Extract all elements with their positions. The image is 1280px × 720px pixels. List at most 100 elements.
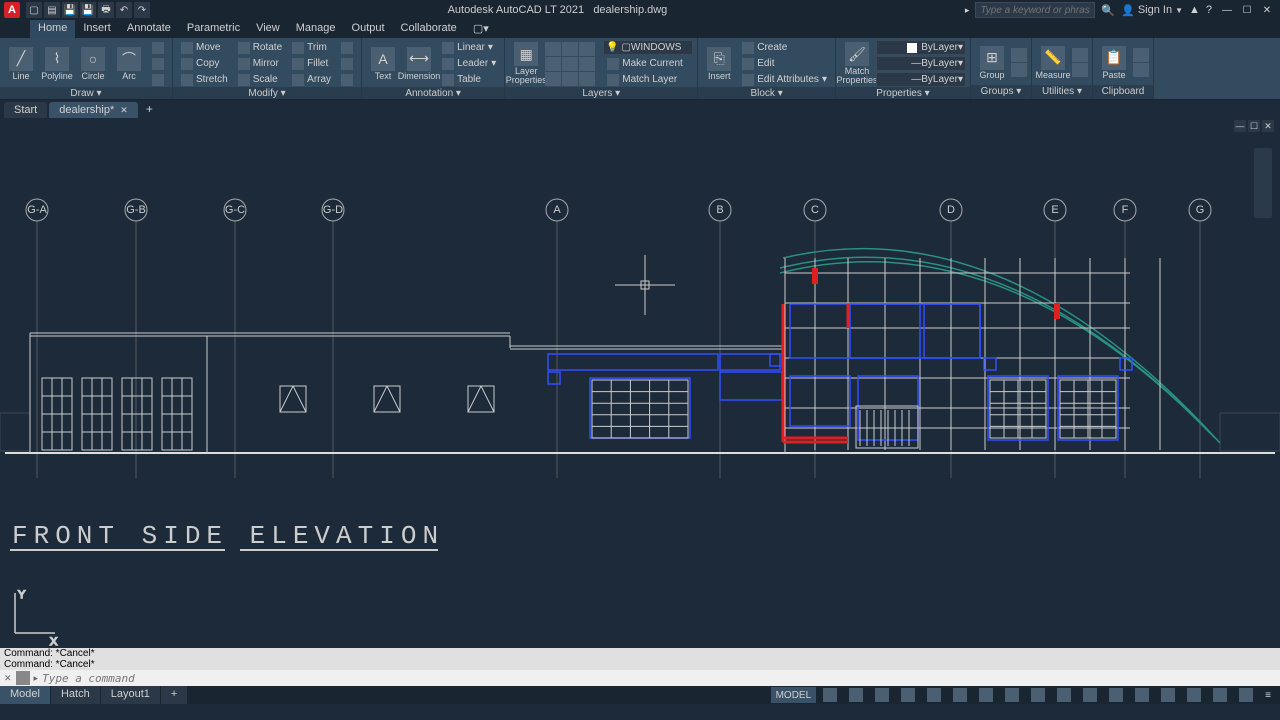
status-osnap-icon[interactable]: [922, 687, 946, 703]
status-cleanscreen-icon[interactable]: [1234, 687, 1258, 703]
insert-block-button[interactable]: ⎘Insert: [702, 47, 736, 81]
copy-clip-icon[interactable]: [1133, 63, 1149, 77]
measure-button[interactable]: 📏Measure: [1036, 46, 1070, 80]
array-button[interactable]: Array: [288, 72, 335, 87]
close-tab-icon[interactable]: ✕: [120, 105, 128, 115]
status-cycle-icon[interactable]: [1026, 687, 1050, 703]
status-quickprops-icon[interactable]: [1156, 687, 1180, 703]
layer-state-icon[interactable]: [579, 57, 595, 71]
erase-button[interactable]: [337, 40, 357, 55]
layer-walk-icon[interactable]: [562, 72, 578, 86]
status-ortho-icon[interactable]: [870, 687, 894, 703]
tab-start[interactable]: Start: [4, 102, 47, 118]
paste-button[interactable]: 📋Paste: [1097, 46, 1131, 80]
status-annomonitor-icon[interactable]: [1104, 687, 1128, 703]
qat-new-icon[interactable]: ▢: [26, 2, 42, 18]
status-custom-icon[interactable]: ≡: [1260, 687, 1276, 703]
panel-annotation-title[interactable]: Annotation ▾: [362, 87, 504, 99]
signin-button[interactable]: 👤Sign In▼: [1121, 4, 1183, 17]
lineweight-dropdown[interactable]: — ByLayer ▾: [876, 56, 966, 71]
move-button[interactable]: Move: [177, 40, 232, 55]
tab-hatch[interactable]: Hatch: [51, 686, 101, 704]
select-icon[interactable]: [1072, 63, 1088, 77]
tab-output[interactable]: Output: [344, 20, 393, 38]
viewport-minimize-button[interactable]: —: [1234, 120, 1246, 132]
search-icon[interactable]: 🔍: [1101, 4, 1115, 17]
group-button[interactable]: ⊞Group: [975, 46, 1009, 80]
qat-redo-icon[interactable]: ↷: [134, 2, 150, 18]
layer-prev-icon[interactable]: [545, 72, 561, 86]
tab-home[interactable]: Home: [30, 20, 75, 38]
leader-button[interactable]: Leader ▾: [438, 56, 500, 71]
linear-button[interactable]: Linear ▾: [438, 40, 500, 55]
copy-button[interactable]: Copy: [177, 56, 232, 71]
status-snap-icon[interactable]: [844, 687, 868, 703]
edit-block-button[interactable]: Edit: [738, 56, 831, 71]
panel-utilities-title[interactable]: Utilities ▾: [1032, 85, 1092, 99]
text-button[interactable]: AText: [366, 47, 400, 81]
tab-insert[interactable]: Insert: [75, 20, 119, 38]
status-lwt-icon[interactable]: [974, 687, 998, 703]
rectangle-button[interactable]: [148, 40, 168, 55]
cut-icon[interactable]: [1133, 48, 1149, 62]
circle-button[interactable]: ○Circle: [76, 47, 110, 81]
viewport-maximize-button[interactable]: ☐: [1248, 120, 1260, 132]
polyline-button[interactable]: ⌇Polyline: [40, 47, 74, 81]
match-properties-button[interactable]: 🖌Match Properties: [840, 42, 874, 85]
make-current-button[interactable]: Make Current: [603, 56, 693, 71]
layer-freeze-icon[interactable]: [562, 42, 578, 56]
ellipse-button[interactable]: [148, 72, 168, 87]
status-transparency-icon[interactable]: [1000, 687, 1024, 703]
tab-featured[interactable]: ▢▾: [465, 20, 497, 38]
tab-drawing[interactable]: dealership*✕: [49, 102, 138, 118]
viewport-close-button[interactable]: ✕: [1262, 120, 1274, 132]
app-logo[interactable]: A: [4, 2, 20, 18]
line-button[interactable]: ╱Line: [4, 47, 38, 81]
status-annoscale-icon[interactable]: [1052, 687, 1076, 703]
drawing-canvas[interactable]: — ☐ ✕ G-AG-BG-CG-DABCDEFG: [0, 118, 1280, 648]
status-model-button[interactable]: MODEL: [771, 687, 817, 703]
status-grid-icon[interactable]: [818, 687, 842, 703]
status-units-icon[interactable]: [1130, 687, 1154, 703]
qat-undo-icon[interactable]: ↶: [116, 2, 132, 18]
maximize-button[interactable]: ☐: [1238, 2, 1256, 18]
tab-model[interactable]: Model: [0, 686, 51, 704]
tab-collaborate[interactable]: Collaborate: [393, 20, 465, 38]
qat-save-icon[interactable]: 💾: [62, 2, 78, 18]
status-hardware-icon[interactable]: [1208, 687, 1232, 703]
status-polar-icon[interactable]: [896, 687, 920, 703]
status-isolate-icon[interactable]: [1182, 687, 1206, 703]
stretch-button[interactable]: Stretch: [177, 72, 232, 87]
search-input[interactable]: [975, 2, 1095, 18]
help-icon[interactable]: ?: [1206, 4, 1212, 16]
create-block-button[interactable]: Create: [738, 40, 831, 55]
panel-layers-title[interactable]: Layers ▾: [505, 87, 697, 99]
panel-modify-title[interactable]: Modify ▾: [173, 87, 361, 99]
close-button[interactable]: ✕: [1258, 2, 1276, 18]
current-layer-dropdown[interactable]: 💡 ▢ WINDOWS: [603, 40, 693, 55]
panel-block-title[interactable]: Block ▾: [698, 87, 835, 99]
status-workspace-icon[interactable]: [1078, 687, 1102, 703]
tab-parametric[interactable]: Parametric: [179, 20, 248, 38]
match-layer-button[interactable]: Match Layer: [603, 72, 693, 87]
tab-layout1[interactable]: Layout1: [101, 686, 161, 704]
ungroup-icon[interactable]: [1011, 48, 1027, 62]
navigation-bar[interactable]: [1254, 148, 1272, 218]
table-button[interactable]: Table: [438, 72, 500, 87]
hatch-button[interactable]: [148, 56, 168, 71]
explode-button[interactable]: [337, 56, 357, 71]
layer-iso-icon[interactable]: [545, 57, 561, 71]
dimension-button[interactable]: ⟷Dimension: [402, 47, 436, 81]
new-tab-button[interactable]: +: [140, 100, 159, 118]
panel-draw-title[interactable]: Draw ▾: [0, 87, 172, 99]
cmd-close-icon[interactable]: ✕: [4, 673, 12, 684]
tab-view[interactable]: View: [248, 20, 288, 38]
tab-annotate[interactable]: Annotate: [119, 20, 179, 38]
status-otrack-icon[interactable]: [948, 687, 972, 703]
qat-saveas-icon[interactable]: 💾: [80, 2, 96, 18]
group-edit-icon[interactable]: [1011, 63, 1027, 77]
minimize-button[interactable]: —: [1218, 2, 1236, 18]
calc-icon[interactable]: [1072, 48, 1088, 62]
arc-button[interactable]: ⌒Arc: [112, 47, 146, 81]
panel-properties-title[interactable]: Properties ▾: [836, 87, 970, 99]
